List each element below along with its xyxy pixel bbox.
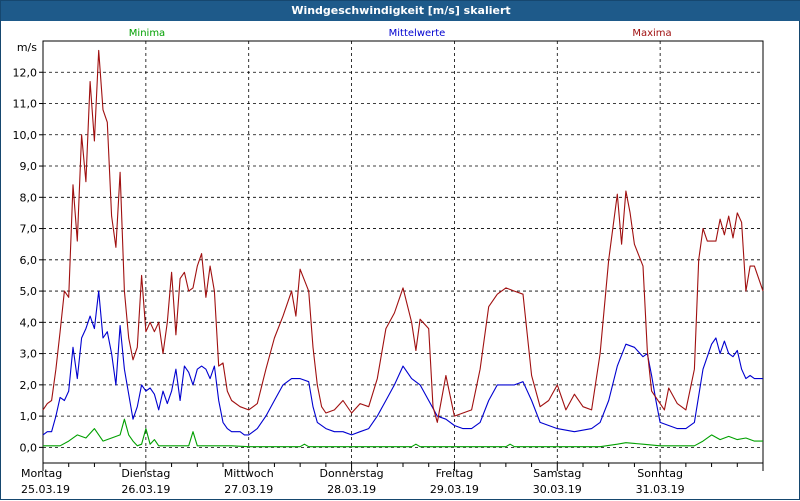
x-tick-date-label: 31.03.19 xyxy=(636,483,685,496)
x-tick-day-label: Sonntag xyxy=(637,467,683,480)
y-tick-label: 8,0 xyxy=(20,191,38,204)
wind-speed-chart: 0,0 1,0 2,0 3,0 4,0 5,0 6,0 7,0 8,0 9,0 10,0 11,0 12… xyxy=(13,28,764,496)
x-tick-date-label: 25.03.19 xyxy=(21,483,70,496)
y-tick-label: 1,0 xyxy=(20,410,38,423)
window-title: Windgeschwindigkeit [m/s] skaliert xyxy=(1,1,800,21)
legend-mittelwerte: Mittelwerte xyxy=(389,28,446,39)
y-tick-label: 10,0 xyxy=(13,129,38,142)
chart-window: Windgeschwindigkeit [m/s] skaliert 0,0 1,… xyxy=(0,0,800,500)
x-tick-date-label: 30.03.19 xyxy=(533,483,582,496)
y-tick-label: 0,0 xyxy=(20,441,38,454)
plot-area xyxy=(42,40,764,464)
y-tick-label: 11,0 xyxy=(13,98,38,111)
legend-maxima: Maxima xyxy=(632,28,671,39)
y-tick-label: 2,0 xyxy=(20,379,38,392)
y-tick-label: 12,0 xyxy=(13,66,38,79)
x-tick-date-label: 26.03.19 xyxy=(121,483,170,496)
y-tick-label: 4,0 xyxy=(20,316,38,329)
x-tick-date-label: 28.03.19 xyxy=(327,483,376,496)
x-tick-date-label: 29.03.19 xyxy=(430,483,479,496)
x-tick-day-label: Mittwoch xyxy=(224,467,274,480)
x-tick-day-label: Freitag xyxy=(436,467,474,480)
x-tick-date-label: 27.03.19 xyxy=(224,483,273,496)
x-tick-day-label: Samstag xyxy=(533,467,581,480)
y-tick-label: 5,0 xyxy=(20,285,38,298)
y-tick-label: 7,0 xyxy=(20,223,38,236)
x-tick-day-label: Donnerstag xyxy=(319,467,383,480)
legend-minima: Minima xyxy=(129,28,165,39)
x-tick-day-label: Montag xyxy=(21,467,62,480)
y-tick-label: 6,0 xyxy=(20,254,38,267)
y-tick-label: 9,0 xyxy=(20,160,38,173)
y-tick-label: 3,0 xyxy=(20,348,38,361)
y-axis-label: m/s xyxy=(17,41,37,54)
x-tick-day-label: Dienstag xyxy=(121,467,170,480)
